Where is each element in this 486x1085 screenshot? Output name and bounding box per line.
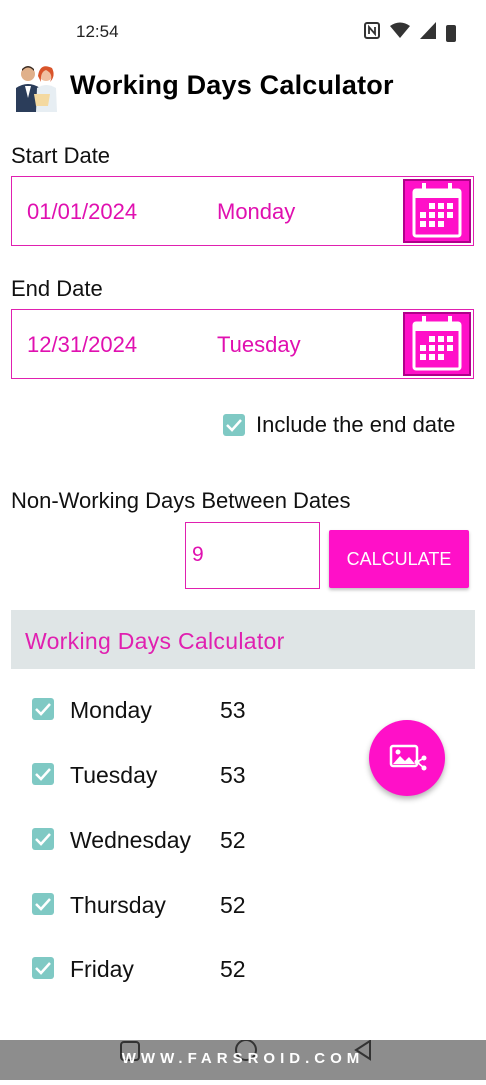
start-date-value: 01/01/2024: [27, 199, 138, 224]
results-header-title: Working Days Calculator: [25, 628, 285, 654]
day-name: Friday: [70, 956, 134, 982]
checkmark-icon: [35, 833, 51, 846]
wifi-icon: [390, 22, 410, 44]
checkmark-icon: [35, 703, 51, 716]
calendar-icon: [412, 316, 462, 371]
app-title: Working Days Calculator: [70, 70, 394, 100]
start-date-field[interactable]: 01/01/2024 Monday: [11, 176, 474, 246]
checkmark-icon: [226, 419, 242, 432]
results-header: Working Days Calculator: [11, 610, 475, 669]
app-logo-icon: [10, 62, 64, 116]
tuesday-checkbox[interactable]: [32, 763, 54, 785]
status-icons: [364, 22, 456, 44]
day-count: 52: [220, 956, 246, 982]
friday-checkbox[interactable]: [32, 957, 54, 979]
start-date-calendar-button[interactable]: [403, 179, 471, 243]
day-count: 53: [220, 697, 246, 723]
non-working-days-input[interactable]: 9: [185, 522, 320, 589]
end-day-value: Tuesday: [217, 332, 301, 357]
nfc-icon: [364, 22, 380, 44]
end-date-value: 12/31/2024: [27, 332, 138, 357]
day-name: Monday: [70, 697, 152, 723]
list-item: Monday 53: [0, 689, 300, 729]
share-image-icon: [389, 744, 427, 771]
day-name: Tuesday: [70, 762, 158, 788]
start-day-value: Monday: [217, 199, 296, 224]
checkmark-icon: [35, 962, 51, 975]
day-name: Wednesday: [70, 827, 192, 853]
watermark: WWW.FARSROID.COM: [121, 1050, 365, 1067]
calculate-button[interactable]: CALCULATE: [329, 530, 469, 588]
calendar-icon: [412, 183, 462, 238]
day-count: 52: [220, 827, 246, 853]
end-date-label: End Date: [11, 276, 103, 301]
list-item: Tuesday 53: [0, 754, 300, 794]
wednesday-checkbox[interactable]: [32, 828, 54, 850]
signal-icon: [420, 22, 436, 44]
non-working-days-label: Non-Working Days Between Dates: [11, 488, 351, 513]
monday-checkbox[interactable]: [32, 698, 54, 720]
start-date-label: Start Date: [11, 143, 111, 168]
list-item: Friday 52: [0, 948, 300, 988]
status-time: 12:54: [76, 22, 119, 41]
end-date-field[interactable]: 12/31/2024 Tuesday: [11, 309, 474, 379]
day-count: 52: [220, 892, 246, 918]
checkmark-icon: [35, 768, 51, 781]
day-name: Thursday: [70, 892, 166, 918]
end-date-calendar-button[interactable]: [403, 312, 471, 376]
include-end-date-checkbox[interactable]: [223, 414, 245, 436]
list-item: Wednesday 52: [0, 819, 300, 859]
thursday-checkbox[interactable]: [32, 893, 54, 915]
list-item: Thursday 52: [0, 884, 300, 924]
checkmark-icon: [35, 898, 51, 911]
share-image-fab[interactable]: [369, 720, 445, 796]
day-count: 53: [220, 762, 246, 788]
include-end-date-label: Include the end date: [256, 412, 456, 437]
battery-icon: [446, 24, 456, 42]
